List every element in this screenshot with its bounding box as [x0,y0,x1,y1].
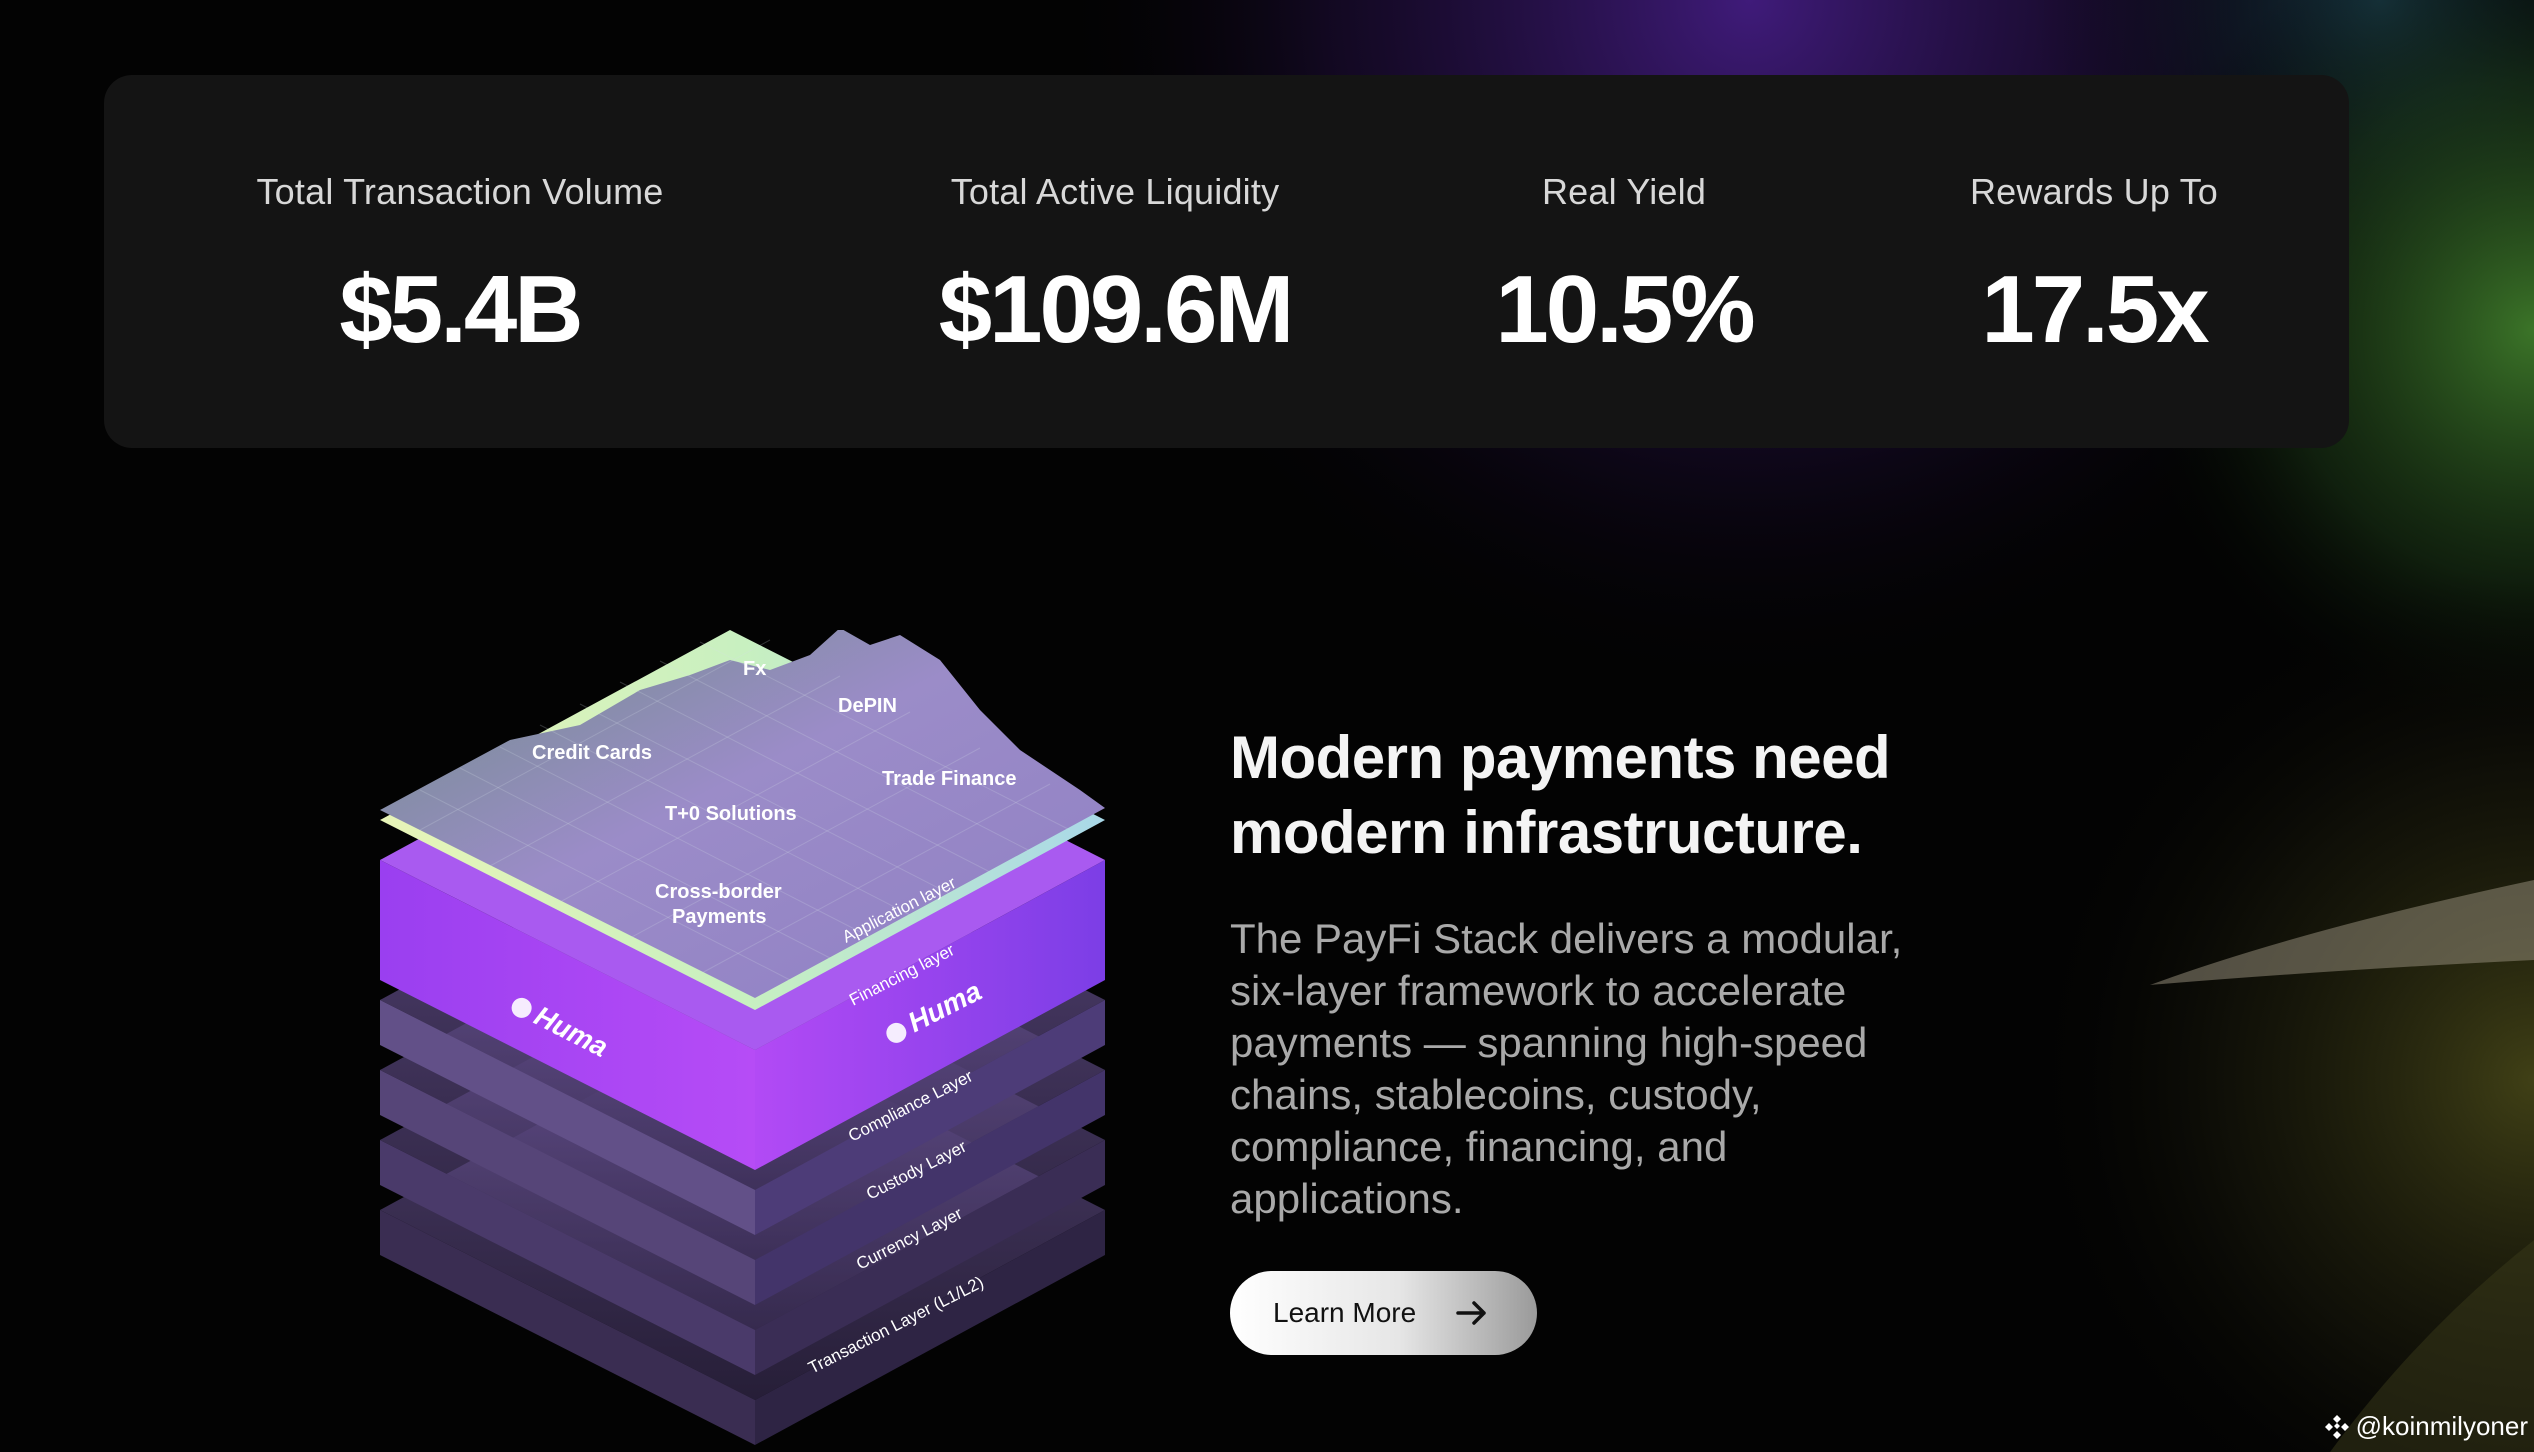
stat-value: 17.5x [1981,256,2209,363]
stats-card: Total Transaction Volume $5.4B Total Act… [104,75,2349,448]
page: Total Transaction Volume $5.4B Total Act… [0,0,2534,1452]
stat-label: Rewards Up To [1969,171,2219,212]
watermark: @koinmilyoner [2324,1411,2528,1442]
learn-more-button[interactable]: Learn More [1230,1271,1537,1355]
binance-logo-icon [2324,1414,2349,1439]
map-label-trade-finance: Trade Finance [882,768,1017,790]
stat-label: Total Active Liquidity [950,171,1280,212]
stat-label: Total Transaction Volume [256,171,664,212]
map-label-credit-cards: Credit Cards [532,742,652,764]
arrow-right-icon [1456,1301,1486,1325]
stat-label: Real Yield [1541,171,1707,212]
stat-value: 10.5% [1495,256,1755,363]
stat-value: $5.4B [339,256,583,363]
map-label-payments: Payments [672,906,767,928]
map-label-cross-border: Cross-border [655,881,782,903]
stat-total-transaction-volume: Total Transaction Volume $5.4B [204,75,716,448]
hero-headline: Modern payments need modern infrastructu… [1230,724,1891,866]
learn-more-label: Learn More [1273,1297,1417,1328]
stat-value: $109.6M [938,256,1295,363]
hero-description: The PayFi Stack delivers a modular, six-… [1230,915,1903,1222]
map-label-depin: DePIN [838,695,897,717]
payfi-stack-illustration: Fx DePIN Credit Cards Trade Finance T+0 … [380,630,1105,1445]
stat-total-active-liquidity: Total Active Liquidity $109.6M [859,75,1371,448]
stat-real-yield: Real Yield 10.5% [1424,75,1824,448]
map-label-t0-solutions: T+0 Solutions [665,803,797,825]
watermark-handle: @koinmilyoner [2355,1411,2528,1441]
map-label-fx: Fx [743,658,766,680]
stat-rewards-up-to: Rewards Up To 17.5x [1894,75,2294,448]
